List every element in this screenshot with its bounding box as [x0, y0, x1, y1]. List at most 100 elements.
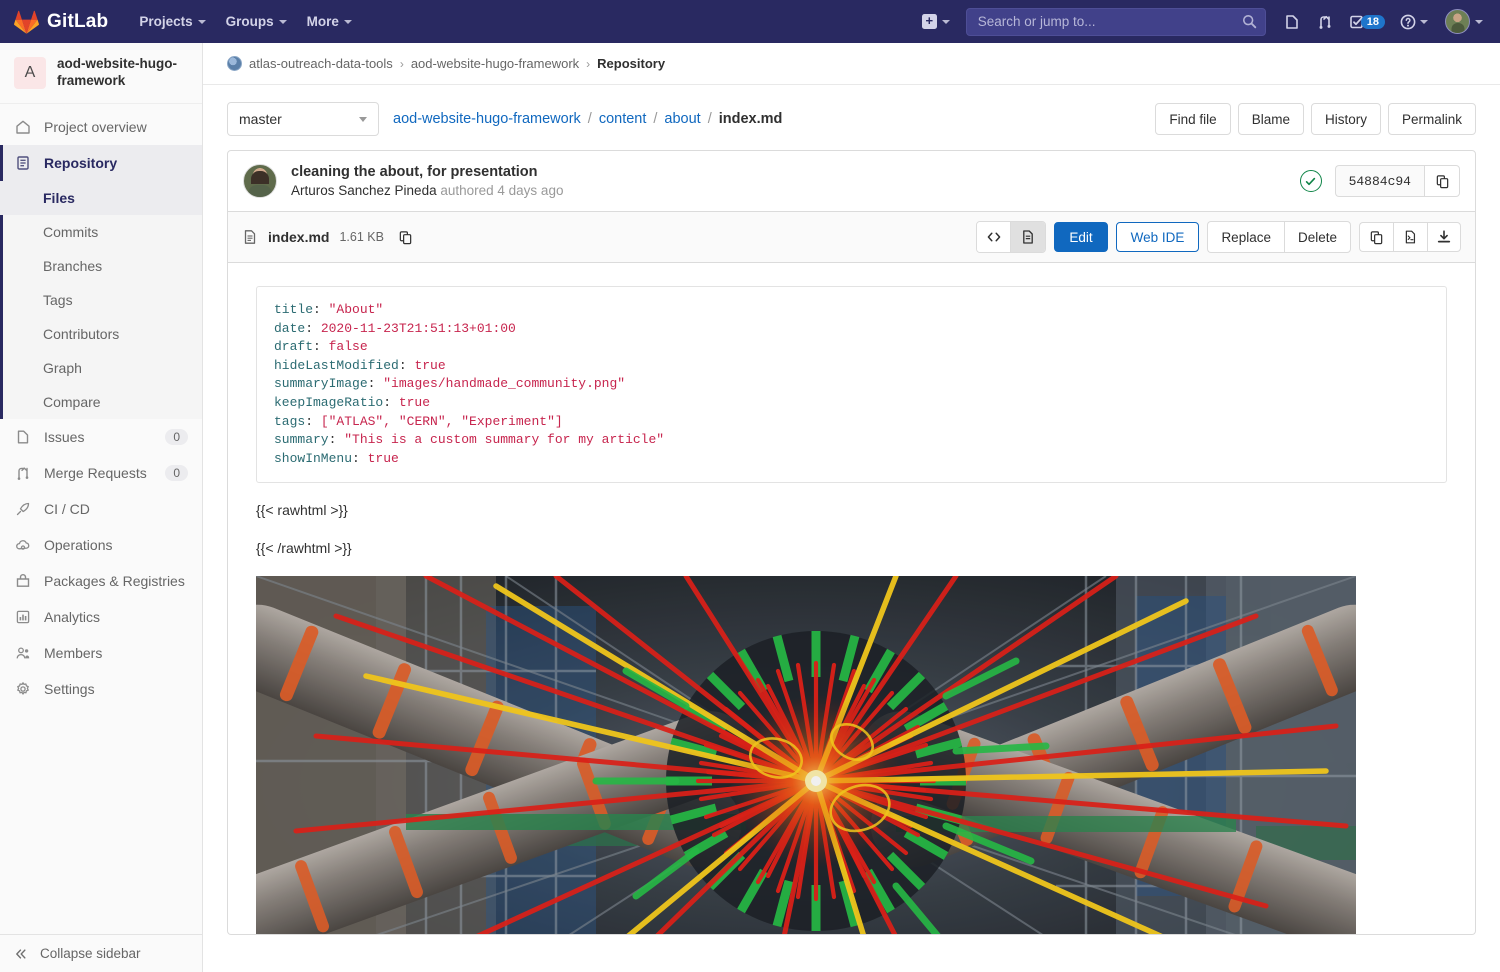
- search-container: [965, 7, 1266, 36]
- sidebar-subitem-branches[interactable]: Branches: [0, 249, 202, 283]
- breadcrumb-current: Repository: [597, 56, 666, 71]
- commit-author-avatar[interactable]: [243, 164, 277, 198]
- breadcrumb: atlas-outreach-data-tools › aod-website-…: [203, 43, 1500, 85]
- fm-value: true: [398, 394, 431, 410]
- sidebar-issues-count: 0: [165, 428, 188, 445]
- sidebar-item-merge-requests[interactable]: Merge Requests 0: [0, 455, 202, 491]
- permalink-button[interactable]: Permalink: [1387, 103, 1476, 135]
- sidebar-item-members[interactable]: Members: [0, 635, 202, 671]
- sidebar-item-repository[interactable]: Repository: [0, 144, 202, 181]
- nav-more[interactable]: More: [298, 8, 361, 35]
- sidebar-item-label: Members: [44, 644, 103, 661]
- navbar-user-menu[interactable]: [1437, 5, 1488, 38]
- nav-groups-label: Groups: [225, 14, 274, 29]
- rocket-icon: [15, 501, 31, 517]
- history-button[interactable]: History: [1310, 103, 1381, 135]
- file-path-breadcrumb: aod-website-hugo-framework / content / a…: [393, 111, 782, 127]
- navbar-merge-requests-button[interactable]: [1310, 7, 1340, 37]
- sidebar-nav: Project overview Repository Files Commit…: [0, 104, 202, 934]
- commit-info: cleaning the about, for presentation Art…: [291, 164, 563, 198]
- navbar-links: Projects Groups More: [130, 8, 361, 35]
- download-button[interactable]: [1427, 222, 1461, 252]
- sidebar-item-settings[interactable]: Settings: [0, 671, 202, 707]
- merge-request-icon: [15, 465, 31, 481]
- gitlab-logo[interactable]: GitLab: [14, 10, 108, 34]
- web-ide-button[interactable]: Web IDE: [1115, 222, 1200, 252]
- collapse-sidebar-button[interactable]: Collapse sidebar: [0, 934, 202, 972]
- sidebar-subitem-graph[interactable]: Graph: [0, 351, 202, 385]
- sidebar-subitem-contributors[interactable]: Contributors: [0, 317, 202, 351]
- find-file-button[interactable]: Find file: [1155, 103, 1231, 135]
- sidebar-item-label: Merge Requests: [44, 464, 147, 481]
- file-icon-actions: [1359, 222, 1461, 252]
- delete-button[interactable]: Delete: [1283, 221, 1351, 253]
- gear-icon: [15, 681, 31, 697]
- merge-request-icon: [1319, 15, 1331, 29]
- sidebar-item-analytics[interactable]: Analytics: [0, 599, 202, 635]
- check-circle-icon[interactable]: [1299, 170, 1322, 192]
- navbar-issues-button[interactable]: [1277, 7, 1307, 37]
- view-source-button[interactable]: [977, 222, 1012, 252]
- breadcrumb-project[interactable]: aod-website-hugo-framework: [411, 56, 579, 71]
- copy-file-contents-button[interactable]: [1359, 222, 1393, 252]
- chevron-down-icon: [941, 19, 950, 24]
- nav-projects[interactable]: Projects: [130, 8, 214, 35]
- edit-button[interactable]: Edit: [1054, 222, 1108, 252]
- file-path-bar: master aod-website-hugo-framework / cont…: [227, 85, 1476, 150]
- path-separator: /: [653, 111, 658, 127]
- question-circle-icon: [1400, 14, 1416, 29]
- search-input[interactable]: [965, 7, 1266, 36]
- search-icon: [1242, 14, 1256, 28]
- open-raw-button[interactable]: [1393, 222, 1427, 252]
- home-icon: [15, 119, 31, 135]
- navbar-help-dropdown[interactable]: [1394, 9, 1434, 35]
- breadcrumb-group[interactable]: atlas-outreach-data-tools: [249, 56, 393, 71]
- sidebar-subitem-commits[interactable]: Commits: [0, 215, 202, 249]
- commit-sha[interactable]: 54884c94: [1334, 165, 1424, 197]
- sidebar-item-ci-cd[interactable]: CI / CD: [0, 491, 202, 527]
- commit-message[interactable]: cleaning the about, for presentation: [291, 164, 563, 180]
- sidebar-item-label: Issues: [44, 428, 85, 445]
- replace-button[interactable]: Replace: [1207, 221, 1284, 253]
- code-line: tags: ["ATLAS", "CERN", "Experiment"]: [274, 413, 563, 429]
- commit-author-name[interactable]: Arturos Sanchez Pineda: [291, 183, 437, 198]
- fm-value: "images/handmade_community.png": [383, 376, 626, 392]
- sidebar-item-packages-registries[interactable]: Packages & Registries: [0, 563, 202, 599]
- sidebar-item-operations[interactable]: Operations: [0, 527, 202, 563]
- path-part-content[interactable]: content: [599, 111, 647, 127]
- raw-file-icon: [1405, 230, 1416, 244]
- sidebar-subitem-compare[interactable]: Compare: [0, 385, 202, 419]
- fm-key: summaryImage: [274, 376, 368, 392]
- sidebar-item-project-overview[interactable]: Project overview: [0, 109, 202, 145]
- sidebar-subitem-tags[interactable]: Tags: [0, 283, 202, 317]
- shortcode-open-text: {{< rawhtml >}}: [256, 502, 348, 519]
- fm-value: 2020-11-23T21:51:13+01:00: [320, 320, 516, 336]
- copy-icon: [1436, 174, 1448, 188]
- fm-key: summary: [274, 432, 329, 448]
- top-navbar: GitLab Projects Groups More + Search or …: [0, 0, 1500, 43]
- branch-name: master: [239, 111, 282, 127]
- nav-groups[interactable]: Groups: [217, 8, 296, 35]
- view-rendered-button[interactable]: [1011, 222, 1046, 252]
- new-item-dropdown[interactable]: +: [915, 8, 957, 35]
- atlas-detector-photo: [256, 576, 1356, 934]
- breadcrumb-separator: ›: [399, 56, 404, 71]
- main-content: atlas-outreach-data-tools › aod-website-…: [203, 43, 1500, 972]
- copy-sha-button[interactable]: [1424, 165, 1460, 197]
- plus-square-icon: +: [921, 14, 937, 29]
- issues-icon: [15, 429, 31, 445]
- code-icon: [987, 232, 1001, 242]
- sidebar-project-header[interactable]: A aod-website-hugo-framework: [0, 43, 202, 104]
- path-separator: /: [587, 111, 592, 127]
- sidebar-item-issues[interactable]: Issues 0: [0, 419, 202, 455]
- sidebar-item-label: Project overview: [44, 118, 147, 135]
- path-root[interactable]: aod-website-hugo-framework: [393, 111, 581, 127]
- copy-file-path-button[interactable]: [398, 230, 413, 245]
- branch-selector[interactable]: master: [227, 102, 379, 136]
- fm-value: true: [414, 357, 446, 373]
- path-part-about[interactable]: about: [664, 111, 700, 127]
- sidebar-subitem-files[interactable]: Files: [0, 180, 202, 215]
- blame-button[interactable]: Blame: [1237, 103, 1304, 135]
- navbar-todos-button[interactable]: 18: [1343, 10, 1391, 34]
- sidebar-item-label: Operations: [44, 536, 113, 553]
